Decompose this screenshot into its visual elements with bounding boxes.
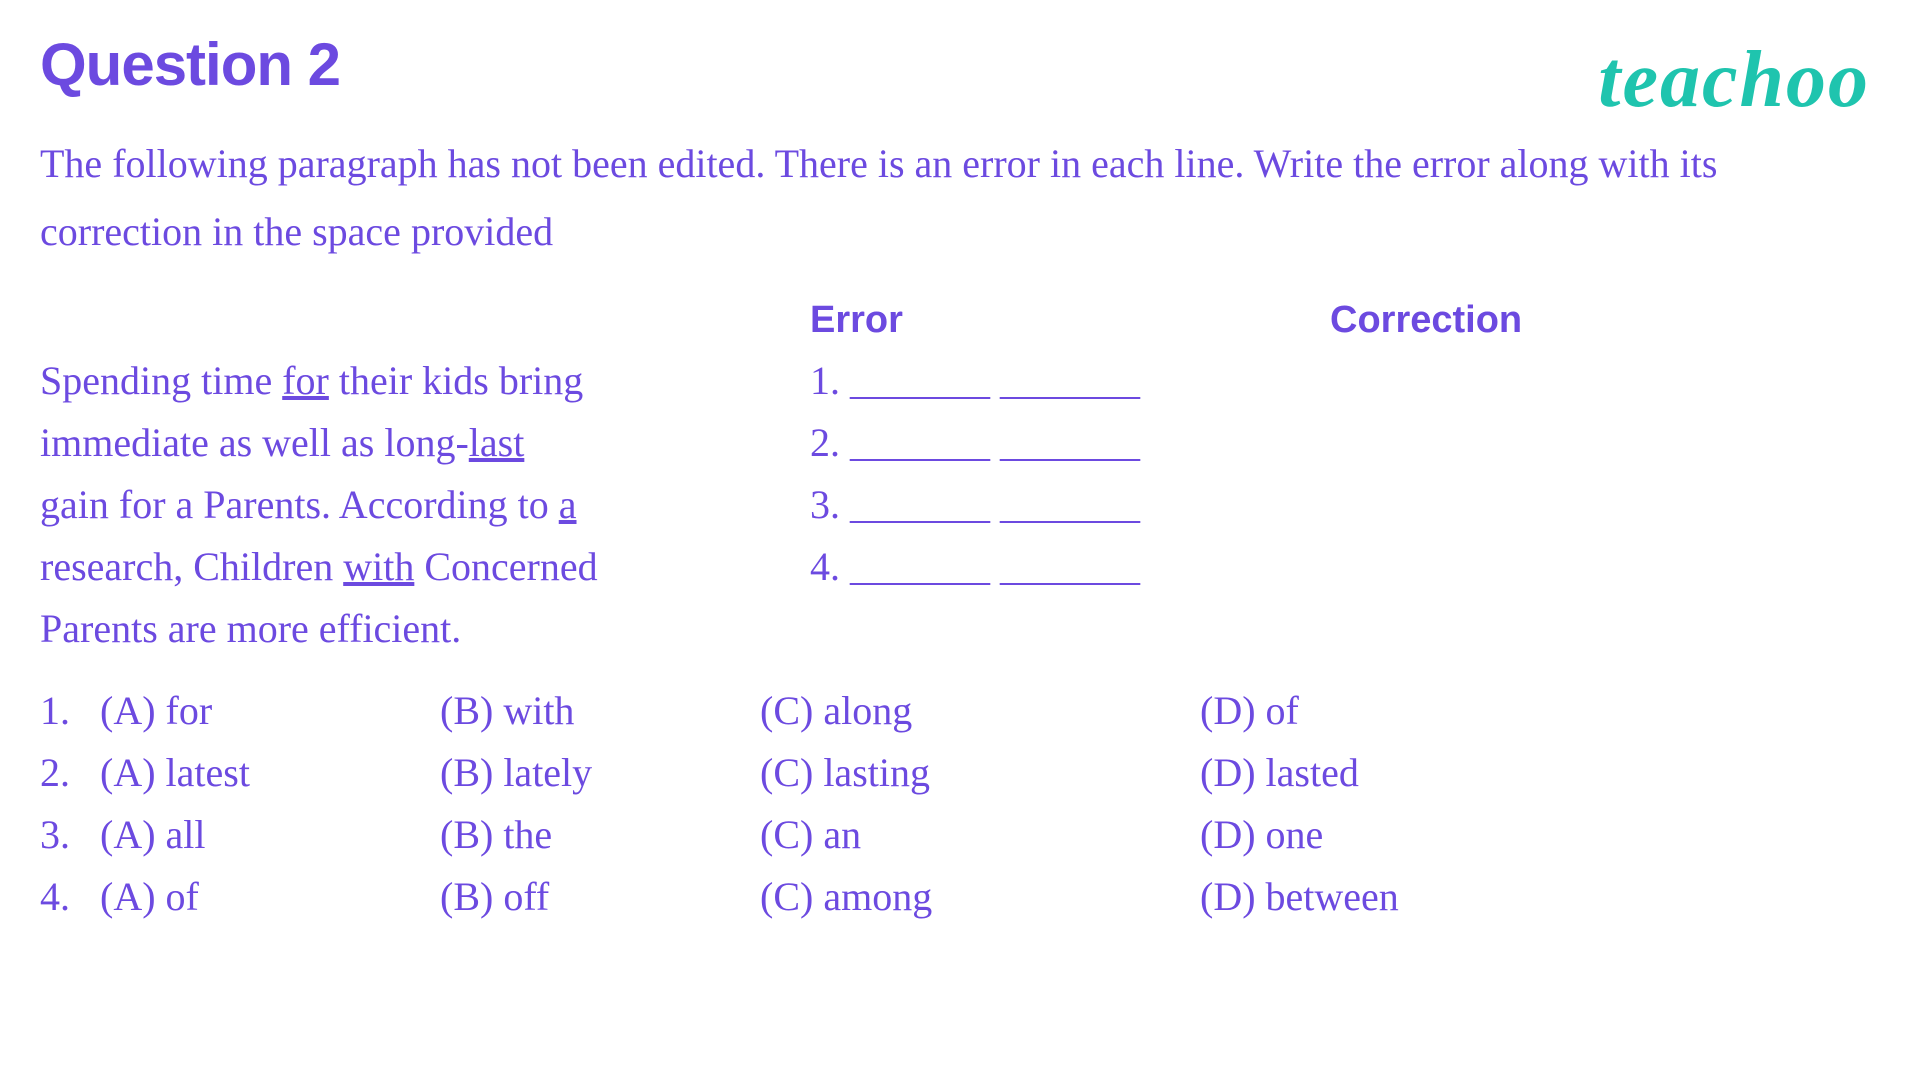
option-number: 2.	[40, 742, 100, 804]
option-b: (B) with	[440, 680, 760, 742]
error-word: with	[343, 544, 414, 589]
option-c: (C) lasting	[760, 742, 1200, 804]
option-number: 4.	[40, 866, 100, 928]
worksheet-grid: Error Correction Spending time for their…	[40, 291, 1880, 660]
option-row-4: 4. (A) of (B) off (C) among (D) between	[40, 866, 1880, 928]
option-d: (D) one	[1200, 804, 1880, 866]
blank-row-4: 4. _______ _______	[810, 536, 1880, 598]
text-segment: Spending time	[40, 358, 282, 403]
option-d: (D) between	[1200, 866, 1880, 928]
error-word: last	[469, 420, 525, 465]
option-row-2: 2. (A) latest (B) lately (C) lasting (D)…	[40, 742, 1880, 804]
option-c: (C) along	[760, 680, 1200, 742]
text-segment: immediate as well as long-	[40, 420, 469, 465]
paragraph-line-1: Spending time for their kids bring	[40, 350, 810, 412]
text-segment: Concerned	[414, 544, 597, 589]
option-b: (B) off	[440, 866, 760, 928]
option-c: (C) an	[760, 804, 1200, 866]
error-header: Error	[810, 291, 1330, 350]
option-row-3: 3. (A) all (B) the (C) an (D) one	[40, 804, 1880, 866]
paragraph-line-5: Parents are more efficient.	[40, 598, 810, 660]
option-a: (A) for	[100, 680, 440, 742]
blank-row-2: 2. _______ _______	[810, 412, 1880, 474]
blank-row-1: 1. _______ _______	[810, 350, 1880, 412]
option-row-1: 1. (A) for (B) with (C) along (D) of	[40, 680, 1880, 742]
worksheet-page: Question 2 teachoo The following paragra…	[0, 0, 1920, 1080]
question-title: Question 2	[40, 30, 340, 99]
option-a: (A) of	[100, 866, 440, 928]
paragraph-line-4: research, Children with Concerned	[40, 536, 810, 598]
text-segment: gain for a Parents. According to	[40, 482, 559, 527]
instruction-text: The following paragraph has not been edi…	[40, 130, 1880, 266]
brand-logo: teachoo	[1598, 40, 1870, 120]
option-a: (A) latest	[100, 742, 440, 804]
option-b: (B) the	[440, 804, 760, 866]
option-d: (D) lasted	[1200, 742, 1880, 804]
error-word: for	[282, 358, 329, 403]
correction-header: Correction	[1330, 291, 1880, 350]
error-word: a	[559, 482, 577, 527]
paragraph-line-2: immediate as well as long-last	[40, 412, 810, 474]
option-a: (A) all	[100, 804, 440, 866]
options-block: 1. (A) for (B) with (C) along (D) of 2. …	[40, 680, 1880, 928]
option-b: (B) lately	[440, 742, 760, 804]
option-number: 3.	[40, 804, 100, 866]
header-row: Question 2 teachoo	[40, 30, 1880, 120]
option-d: (D) of	[1200, 680, 1880, 742]
text-segment: research, Children	[40, 544, 343, 589]
blank-row-3: 3. _______ _______	[810, 474, 1880, 536]
text-segment: their kids bring	[329, 358, 583, 403]
option-c: (C) among	[760, 866, 1200, 928]
paragraph-line-3: gain for a Parents. According to a	[40, 474, 810, 536]
option-number: 1.	[40, 680, 100, 742]
